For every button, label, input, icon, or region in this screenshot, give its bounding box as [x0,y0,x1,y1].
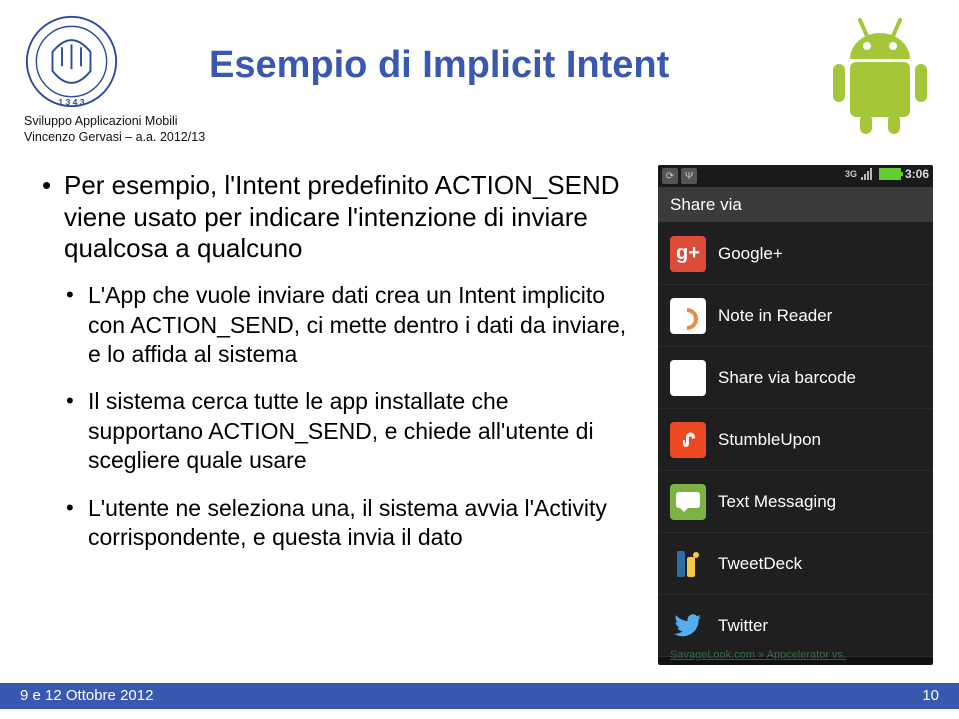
android-logo-icon [825,14,935,134]
sub-bullet: Il sistema cerca tutte le app installate… [64,387,630,475]
signal-bars-icon [861,168,875,180]
barcode-icon [670,360,706,396]
course-author: Vincenzo Gervasi – a.a. 2012/13 [24,130,205,146]
share-list: g+ Google+ Note in Reader Share via barc… [658,223,933,657]
footer-date: 9 e 12 Ottobre 2012 [20,683,153,709]
share-item-label: Google+ [718,244,783,264]
footer-page: 10 [922,683,939,709]
share-item-label: TweetDeck [718,554,802,574]
reader-icon [670,298,706,334]
course-meta: Sviluppo Applicazioni Mobili Vincenzo Ge… [24,114,205,145]
slide-header: 1 3 4 3 Sviluppo Applicazioni Mobili Vin… [24,14,935,134]
svg-text:1 3 4 3: 1 3 4 3 [58,97,84,107]
course-title: Sviluppo Applicazioni Mobili [24,114,205,130]
share-item-googleplus[interactable]: g+ Google+ [658,223,933,285]
slide-body: Per esempio, l'Intent predefinito ACTION… [40,170,630,571]
share-item-barcode[interactable]: Share via barcode [658,347,933,409]
twitter-icon [670,608,706,644]
sub-bullet: L'utente ne seleziona una, il sistema av… [64,494,630,553]
share-item-label: Twitter [718,616,768,636]
stumbleupon-icon [670,422,706,458]
bullet-main: Per esempio, l'Intent predefinito ACTION… [40,170,630,553]
bullet-main-text: Per esempio, l'Intent predefinito ACTION… [64,170,620,263]
background-link: SavageLook.com » Appcelerator vs. [670,649,846,661]
share-item-label: StumbleUpon [718,430,821,450]
slide-title: Esempio di Implicit Intent [209,44,669,87]
network-3g-icon: 3G [845,170,857,179]
share-item-reader[interactable]: Note in Reader [658,285,933,347]
status-bar: ⟳ Ψ 3G 3:06 [658,165,933,187]
sub-bullet: L'App che vuole inviare dati crea un Int… [64,281,630,369]
share-item-twitter[interactable]: Twitter [658,595,933,657]
status-sync-icon: ⟳ [662,168,678,184]
share-item-stumbleupon[interactable]: StumbleUpon [658,409,933,471]
sms-icon [670,484,706,520]
share-item-label: Text Messaging [718,492,836,512]
status-usb-icon: Ψ [681,168,697,184]
share-dialog-title: Share via [658,187,933,223]
slide: 1 3 4 3 Sviluppo Applicazioni Mobili Vin… [0,0,959,719]
slide-footer: 9 e 12 Ottobre 2012 10 [0,683,959,709]
battery-icon [879,168,901,180]
tweetdeck-icon [670,546,706,582]
phone-screenshot: ⟳ Ψ 3G 3:06 Share via g+ Google+ Note in… [658,165,933,665]
share-item-tweetdeck[interactable]: TweetDeck [658,533,933,595]
university-seal-icon: 1 3 4 3 [24,14,119,109]
share-item-label: Share via barcode [718,368,856,388]
share-item-sms[interactable]: Text Messaging [658,471,933,533]
gplus-icon: g+ [670,236,706,272]
share-item-label: Note in Reader [718,306,832,326]
status-clock: 3:06 [905,167,929,181]
